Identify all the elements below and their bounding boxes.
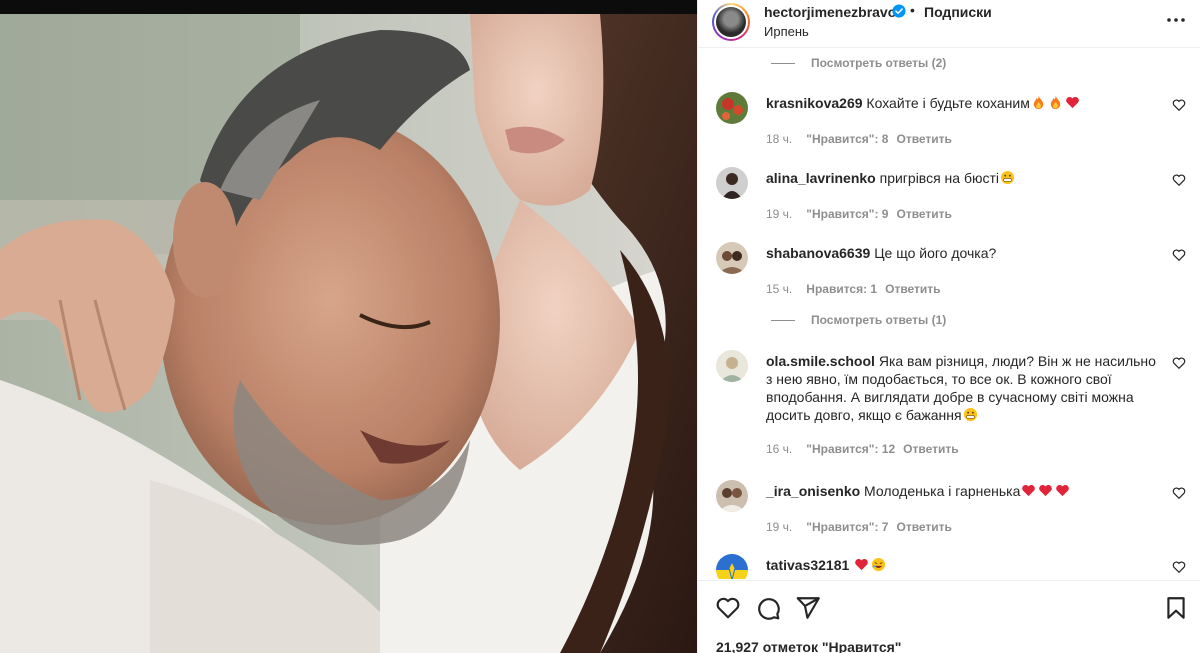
comment-username[interactable]: shabanova6639 xyxy=(766,245,870,261)
comment-like-icon[interactable] xyxy=(1172,248,1186,262)
comment-time: 15 ч. xyxy=(766,282,793,296)
comment-text: Молоденька і гарненька xyxy=(864,483,1021,499)
reply-button[interactable]: Ответить xyxy=(896,207,951,221)
post-actions: 21,927 отметок "Нравится" xyxy=(698,580,1200,653)
reply-button[interactable]: Ответить xyxy=(896,132,951,146)
author-username[interactable]: hectorjimenezbravo xyxy=(764,4,896,20)
more-dots-icon[interactable] xyxy=(1162,6,1190,34)
comment-likes[interactable]: "Нравится": 7 xyxy=(806,520,888,534)
header-separator: • xyxy=(910,2,915,18)
commenter-avatar[interactable] xyxy=(716,167,748,199)
author-avatar[interactable] xyxy=(712,3,750,41)
paper-plane-icon[interactable] xyxy=(795,595,821,621)
laugh-emoji xyxy=(872,557,886,572)
heart-emoji xyxy=(1039,484,1053,497)
post-photo[interactable] xyxy=(0,0,697,653)
post-image xyxy=(0,0,697,653)
grin-emoji xyxy=(1000,170,1015,185)
comment-time: 18 ч. xyxy=(766,132,793,146)
comment-like-icon[interactable] xyxy=(1172,356,1186,370)
comment-likes[interactable]: "Нравится": 12 xyxy=(806,442,895,456)
post-location[interactable]: Ирпень xyxy=(764,24,809,39)
comment-like-icon[interactable] xyxy=(1172,98,1186,112)
commenter-avatar[interactable] xyxy=(716,480,748,512)
comment-like-icon[interactable] xyxy=(1172,173,1186,187)
comment-time: 19 ч. xyxy=(766,520,793,534)
commenter-avatar[interactable] xyxy=(716,242,748,274)
fire-emoji xyxy=(1050,95,1061,110)
post-sidebar: hectorjimenezbravo • Подписки Ирпень Пос… xyxy=(697,0,1200,653)
view-replies-button[interactable]: Посмотреть ответы (1) xyxy=(771,313,946,327)
heart-outline-icon[interactable] xyxy=(715,595,741,621)
comment-username[interactable]: krasnikova269 xyxy=(766,95,863,111)
comment-bubble-icon[interactable] xyxy=(755,595,781,621)
fire-emoji xyxy=(1033,95,1044,110)
commenter-avatar[interactable] xyxy=(716,92,748,124)
view-replies-button[interactable]: Посмотреть ответы (2) xyxy=(771,56,946,70)
heart-emoji xyxy=(1022,484,1036,497)
comment-text: Це що його дочка? xyxy=(874,245,997,261)
reply-button[interactable]: Ответить xyxy=(903,442,958,456)
comment-likes[interactable]: "Нравится": 8 xyxy=(806,132,888,146)
verified-badge-icon xyxy=(892,4,906,18)
heart-emoji xyxy=(1056,484,1070,497)
comment-time: 16 ч. xyxy=(766,442,793,456)
heart-emoji xyxy=(855,558,868,571)
post-header: hectorjimenezbravo • Подписки Ирпень xyxy=(698,0,1200,46)
comment-likes[interactable]: Нравится: 1 xyxy=(806,282,877,296)
comment-username[interactable]: ola.smile.school xyxy=(766,353,875,369)
following-button[interactable]: Подписки xyxy=(924,4,992,20)
likes-count[interactable]: 21,927 отметок "Нравится" xyxy=(716,639,901,653)
grin-emoji xyxy=(963,407,977,422)
comment-like-icon[interactable] xyxy=(1172,486,1186,500)
comment-text: Кохайте і будьте коханим xyxy=(866,95,1030,111)
comment-text: пригрівся на бюсті xyxy=(879,170,999,186)
comment-time: 19 ч. xyxy=(766,207,793,221)
commenter-avatar[interactable] xyxy=(716,350,748,382)
reply-button[interactable]: Ответить xyxy=(896,520,951,534)
comments-list[interactable]: Посмотреть ответы (2) krasnikova269 Коха… xyxy=(698,47,1200,579)
bookmark-icon[interactable] xyxy=(1163,595,1189,621)
heart-emoji xyxy=(1066,96,1079,109)
commenter-avatar[interactable] xyxy=(716,554,748,579)
comment-like-icon[interactable] xyxy=(1172,560,1186,574)
comment-likes[interactable]: "Нравится": 9 xyxy=(806,207,888,221)
reply-button[interactable]: Ответить xyxy=(885,282,940,296)
comment-username[interactable]: alina_lavrinenko xyxy=(766,170,876,186)
comment-username[interactable]: tativas32181 xyxy=(766,557,849,573)
comment-username[interactable]: _ira_onisenko xyxy=(766,483,860,499)
